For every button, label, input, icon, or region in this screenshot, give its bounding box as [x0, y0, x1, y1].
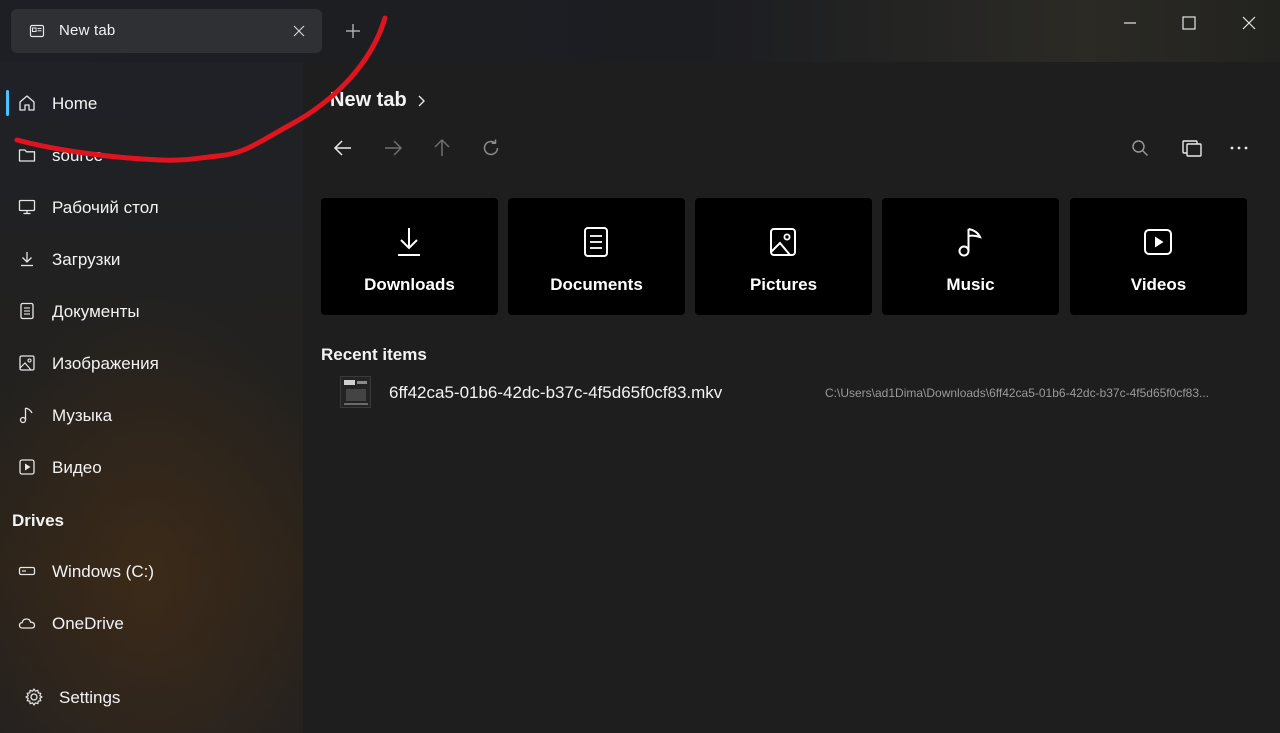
drive-icon	[17, 561, 37, 581]
back-arrow-icon[interactable]	[331, 136, 355, 160]
sidebar-item-label: Музыка	[52, 406, 113, 425]
main-pane: New tab Downloads Documents Pictures Mus…	[303, 62, 1280, 733]
quick-access-pictures[interactable]: Pictures	[695, 198, 872, 315]
title-bar: New tab	[0, 0, 1280, 62]
sidebar-item-label: Windows (C:)	[52, 562, 155, 581]
card-label: Downloads	[364, 275, 455, 294]
sidebar-item-label: Видео	[52, 458, 102, 477]
browser-tab[interactable]: New tab	[11, 9, 322, 53]
cloud-icon	[17, 613, 37, 633]
sidebar-item-label: Изображения	[52, 354, 159, 373]
card-label: Music	[946, 275, 995, 294]
card-label: Documents	[550, 275, 643, 294]
document-icon	[581, 226, 611, 258]
sidebar-item-label: Документы	[52, 302, 140, 321]
sidebar-item-desktop[interactable]: Рабочий стол	[0, 185, 303, 229]
folder-icon	[17, 145, 37, 165]
new-tab-plus-icon[interactable]	[342, 20, 364, 42]
tab-page-icon	[29, 23, 45, 39]
sidebar-item-label: OneDrive	[52, 614, 124, 633]
card-label: Pictures	[749, 275, 818, 294]
settings-label: Settings	[59, 688, 121, 707]
sidebar-item-home[interactable]: Home	[0, 81, 303, 125]
sidebar-item-videos[interactable]: Видео	[0, 445, 303, 489]
thumbnail-detail	[346, 389, 366, 401]
sidebar-item-music[interactable]: Музыка	[0, 393, 303, 437]
chevron-right-icon[interactable]	[416, 93, 428, 109]
thumbnail-detail	[344, 380, 355, 385]
multi-window-icon[interactable]	[1180, 136, 1204, 160]
download-icon	[394, 226, 424, 258]
home-icon	[17, 93, 37, 113]
file-path: C:\Users\ad1Dima\Downloads\6ff42ca5-01b6…	[825, 386, 1209, 400]
sidebar: Home source Рабочий стол Загрузки Докуме…	[0, 62, 303, 733]
gear-icon	[24, 687, 44, 707]
up-arrow-icon[interactable]	[430, 136, 454, 160]
sidebar-item-label: Home	[52, 94, 98, 113]
recent-items-heading: Recent items	[321, 345, 427, 364]
maximize-icon[interactable]	[1178, 12, 1200, 34]
more-options-icon[interactable]	[1227, 136, 1251, 160]
image-icon	[768, 226, 798, 258]
breadcrumb[interactable]: New tab	[330, 89, 407, 112]
video-icon	[1143, 226, 1173, 258]
sidebar-item-label: source	[52, 146, 104, 165]
sidebar-item-onedrive[interactable]: OneDrive	[0, 601, 303, 645]
sidebar-item-label: Загрузки	[52, 250, 121, 269]
sidebar-item-windows-drive[interactable]: Windows (C:)	[0, 549, 303, 593]
tab-close-icon[interactable]	[291, 23, 307, 39]
sidebar-item-source[interactable]: source	[0, 133, 303, 177]
quick-access-documents[interactable]: Documents	[508, 198, 685, 315]
sidebar-item-label: Рабочий стол	[52, 198, 159, 217]
minimize-icon[interactable]	[1119, 12, 1141, 34]
search-icon[interactable]	[1128, 136, 1152, 160]
quick-access-downloads[interactable]: Downloads	[321, 198, 498, 315]
music-icon	[17, 405, 37, 425]
file-name: 6ff42ca5-01b6-42dc-b37c-4f5d65f0cf83.mkv	[389, 383, 723, 402]
refresh-icon[interactable]	[479, 136, 503, 160]
video-thumbnail	[340, 376, 371, 408]
sidebar-item-documents[interactable]: Документы	[0, 289, 303, 333]
settings-button[interactable]: Settings	[0, 675, 303, 719]
sidebar-item-pictures[interactable]: Изображения	[0, 341, 303, 385]
thumbnail-detail	[357, 381, 367, 384]
recent-file-row[interactable]: 6ff42ca5-01b6-42dc-b37c-4f5d65f0cf83.mkv…	[333, 372, 1263, 412]
quick-access-music[interactable]: Music	[882, 198, 1059, 315]
card-label: Videos	[1130, 275, 1187, 294]
forward-arrow-icon[interactable]	[381, 136, 405, 160]
desktop-icon	[17, 197, 37, 217]
download-icon	[17, 249, 37, 269]
sidebar-item-downloads[interactable]: Загрузки	[0, 237, 303, 281]
selection-indicator	[6, 90, 9, 116]
drives-heading: Drives	[12, 511, 64, 530]
thumbnail-detail	[344, 403, 368, 405]
quick-access-videos[interactable]: Videos	[1070, 198, 1247, 315]
close-icon[interactable]	[1238, 12, 1260, 34]
video-icon	[17, 457, 37, 477]
music-icon	[955, 226, 985, 258]
tab-title: New tab	[59, 22, 116, 39]
document-icon	[17, 301, 37, 321]
image-icon	[17, 353, 37, 373]
